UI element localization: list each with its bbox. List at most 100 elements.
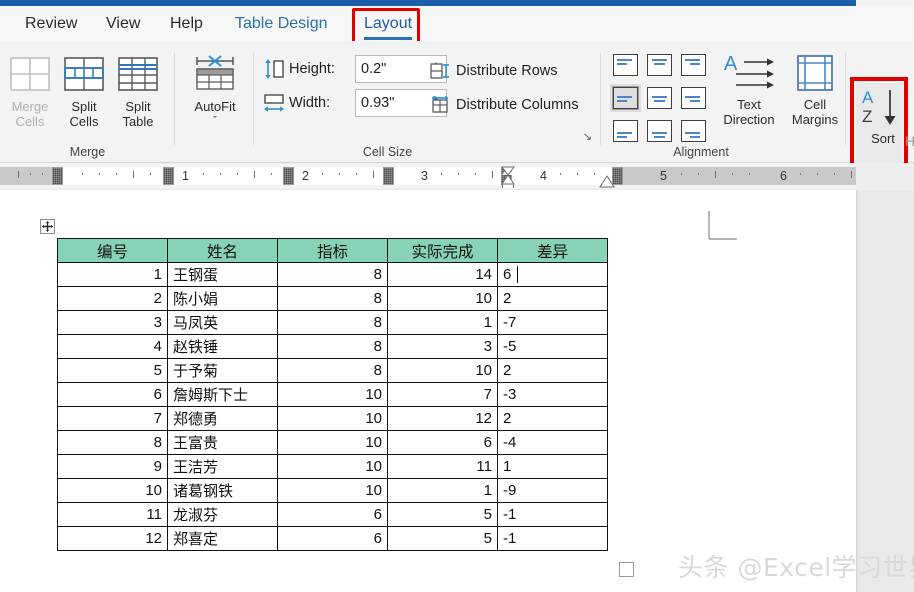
cell-target[interactable]: 8	[278, 335, 388, 359]
cell-diff[interactable]: -5	[498, 335, 608, 359]
cell-name[interactable]: 王钢蛋	[168, 263, 278, 287]
cell-margins-button[interactable]: Cell Margins	[779, 49, 851, 127]
align-center-right-button[interactable]	[681, 87, 706, 109]
split-table-button[interactable]: Split Table	[112, 49, 164, 129]
cell-actual[interactable]: 3	[388, 335, 498, 359]
table-move-handle[interactable]	[40, 219, 55, 234]
autofit-chevron-down-icon[interactable]: ˇ	[185, 114, 245, 129]
cell-id[interactable]: 11	[58, 503, 168, 527]
cell-target[interactable]: 10	[278, 407, 388, 431]
distribute-columns-button[interactable]: Distribute Columns	[430, 92, 579, 118]
cell-diff[interactable]: -1	[498, 503, 608, 527]
cell-target[interactable]: 10	[278, 479, 388, 503]
cell-diff[interactable]: 2	[498, 407, 608, 431]
cell-actual[interactable]: 11	[388, 455, 498, 479]
cell-id[interactable]: 2	[58, 287, 168, 311]
table-row[interactable]: 7 郑德勇 10 12 2	[58, 407, 608, 431]
cell-target[interactable]: 6	[278, 527, 388, 551]
cell-diff[interactable]: -7	[498, 311, 608, 335]
cell-id[interactable]: 10	[58, 479, 168, 503]
table-resize-handle[interactable]	[619, 562, 634, 577]
align-bottom-right-button[interactable]	[681, 120, 706, 142]
distribute-rows-button[interactable]: Distribute Rows	[430, 58, 558, 84]
table-row[interactable]: 6 詹姆斯下士 10 7 -3	[58, 383, 608, 407]
ruler-table-column-marker-2[interactable]	[283, 167, 294, 185]
cell-actual[interactable]: 1	[388, 311, 498, 335]
cell-id[interactable]: 8	[58, 431, 168, 455]
table-row[interactable]: 9 王洁芳 10 11 1	[58, 455, 608, 479]
cell-target[interactable]: 10	[278, 431, 388, 455]
cell-diff[interactable]: 1	[498, 455, 608, 479]
align-center-button[interactable]	[647, 87, 672, 109]
cell-target[interactable]: 10	[278, 455, 388, 479]
cell-target[interactable]: 8	[278, 311, 388, 335]
cell-diff[interactable]: -3	[498, 383, 608, 407]
cell-name[interactable]: 詹姆斯下士	[168, 383, 278, 407]
cell-actual[interactable]: 12	[388, 407, 498, 431]
horizontal-ruler[interactable]: 1 2 3 4 5 6	[0, 163, 914, 190]
cell-actual[interactable]: 5	[388, 527, 498, 551]
cell-id[interactable]: 3	[58, 311, 168, 335]
tab-view[interactable]: View	[99, 6, 147, 41]
cell-size-dialog-launcher[interactable]: ↘	[583, 130, 592, 143]
ruler-table-column-marker-1[interactable]	[163, 167, 174, 185]
table-row[interactable]: 3 马凤英 8 1 -7	[58, 311, 608, 335]
cell-actual[interactable]: 5	[388, 503, 498, 527]
tab-table-design[interactable]: Table Design	[228, 6, 335, 41]
ruler-table-column-marker-0[interactable]	[52, 167, 63, 185]
cell-name[interactable]: 诸葛钢铁	[168, 479, 278, 503]
align-center-left-button[interactable]	[613, 87, 638, 109]
cell-diff[interactable]: -9	[498, 479, 608, 503]
cell-id[interactable]: 1	[58, 263, 168, 287]
table-row[interactable]: 2 陈小娟 8 10 2	[58, 287, 608, 311]
cell-target[interactable]: 8	[278, 287, 388, 311]
cell-target[interactable]: 6	[278, 503, 388, 527]
cell-name[interactable]: 郑德勇	[168, 407, 278, 431]
cell-id[interactable]: 6	[58, 383, 168, 407]
cell-name[interactable]: 赵铁锤	[168, 335, 278, 359]
cell-diff[interactable]: -4	[498, 431, 608, 455]
table-row[interactable]: 12 郑喜定 6 5 -1	[58, 527, 608, 551]
indent-markers-icon[interactable]	[500, 166, 516, 188]
align-top-left-button[interactable]	[613, 54, 638, 76]
cell-actual[interactable]: 7	[388, 383, 498, 407]
cell-actual[interactable]: 1	[388, 479, 498, 503]
cell-actual[interactable]: 10	[388, 359, 498, 383]
autofit-button[interactable]: AutoFit ˇ	[185, 49, 245, 129]
sort-button[interactable]: A Z Sort	[856, 85, 910, 146]
table-row[interactable]: 4 赵铁锤 8 3 -5	[58, 335, 608, 359]
cell-id[interactable]: 5	[58, 359, 168, 383]
align-bottom-left-button[interactable]	[613, 120, 638, 142]
tab-layout[interactable]: Layout	[357, 6, 419, 41]
cell-name[interactable]: 王洁芳	[168, 455, 278, 479]
cell-id[interactable]: 4	[58, 335, 168, 359]
cell-actual[interactable]: 10	[388, 287, 498, 311]
cell-name[interactable]: 马凤英	[168, 311, 278, 335]
table-row[interactable]: 11 龙淑芬 6 5 -1	[58, 503, 608, 527]
cell-id[interactable]: 9	[58, 455, 168, 479]
split-cells-button[interactable]: Split Cells	[58, 49, 110, 129]
merge-cells-button[interactable]: Merge Cells	[4, 49, 56, 129]
tab-review[interactable]: Review	[18, 6, 84, 41]
cell-diff[interactable]: 2	[498, 287, 608, 311]
table-row[interactable]: 1 王钢蛋 8 14 6	[58, 263, 608, 287]
cell-name[interactable]: 郑喜定	[168, 527, 278, 551]
cell-diff[interactable]: 2	[498, 359, 608, 383]
cell-name[interactable]: 陈小娟	[168, 287, 278, 311]
cell-id[interactable]: 12	[58, 527, 168, 551]
align-top-center-button[interactable]	[647, 54, 672, 76]
data-table[interactable]: 编号 姓名 指标 实际完成 差异 1 王钢蛋 8 14 6 2 陈小娟 8 10…	[57, 238, 608, 551]
cell-name[interactable]: 龙淑芬	[168, 503, 278, 527]
align-bottom-center-button[interactable]	[647, 120, 672, 142]
ruler-table-column-marker-3[interactable]	[383, 167, 394, 185]
tab-help[interactable]: Help	[163, 6, 210, 41]
cell-diff[interactable]: 6	[498, 263, 608, 287]
table-row[interactable]: 10 诸葛钢铁 10 1 -9	[58, 479, 608, 503]
cell-name[interactable]: 于予菊	[168, 359, 278, 383]
cell-name[interactable]: 王富贵	[168, 431, 278, 455]
cell-actual[interactable]: 6	[388, 431, 498, 455]
text-direction-button[interactable]: A Text Direction	[713, 49, 785, 127]
table-row[interactable]: 8 王富贵 10 6 -4	[58, 431, 608, 455]
table-row[interactable]: 5 于予菊 8 10 2	[58, 359, 608, 383]
cell-target[interactable]: 8	[278, 359, 388, 383]
